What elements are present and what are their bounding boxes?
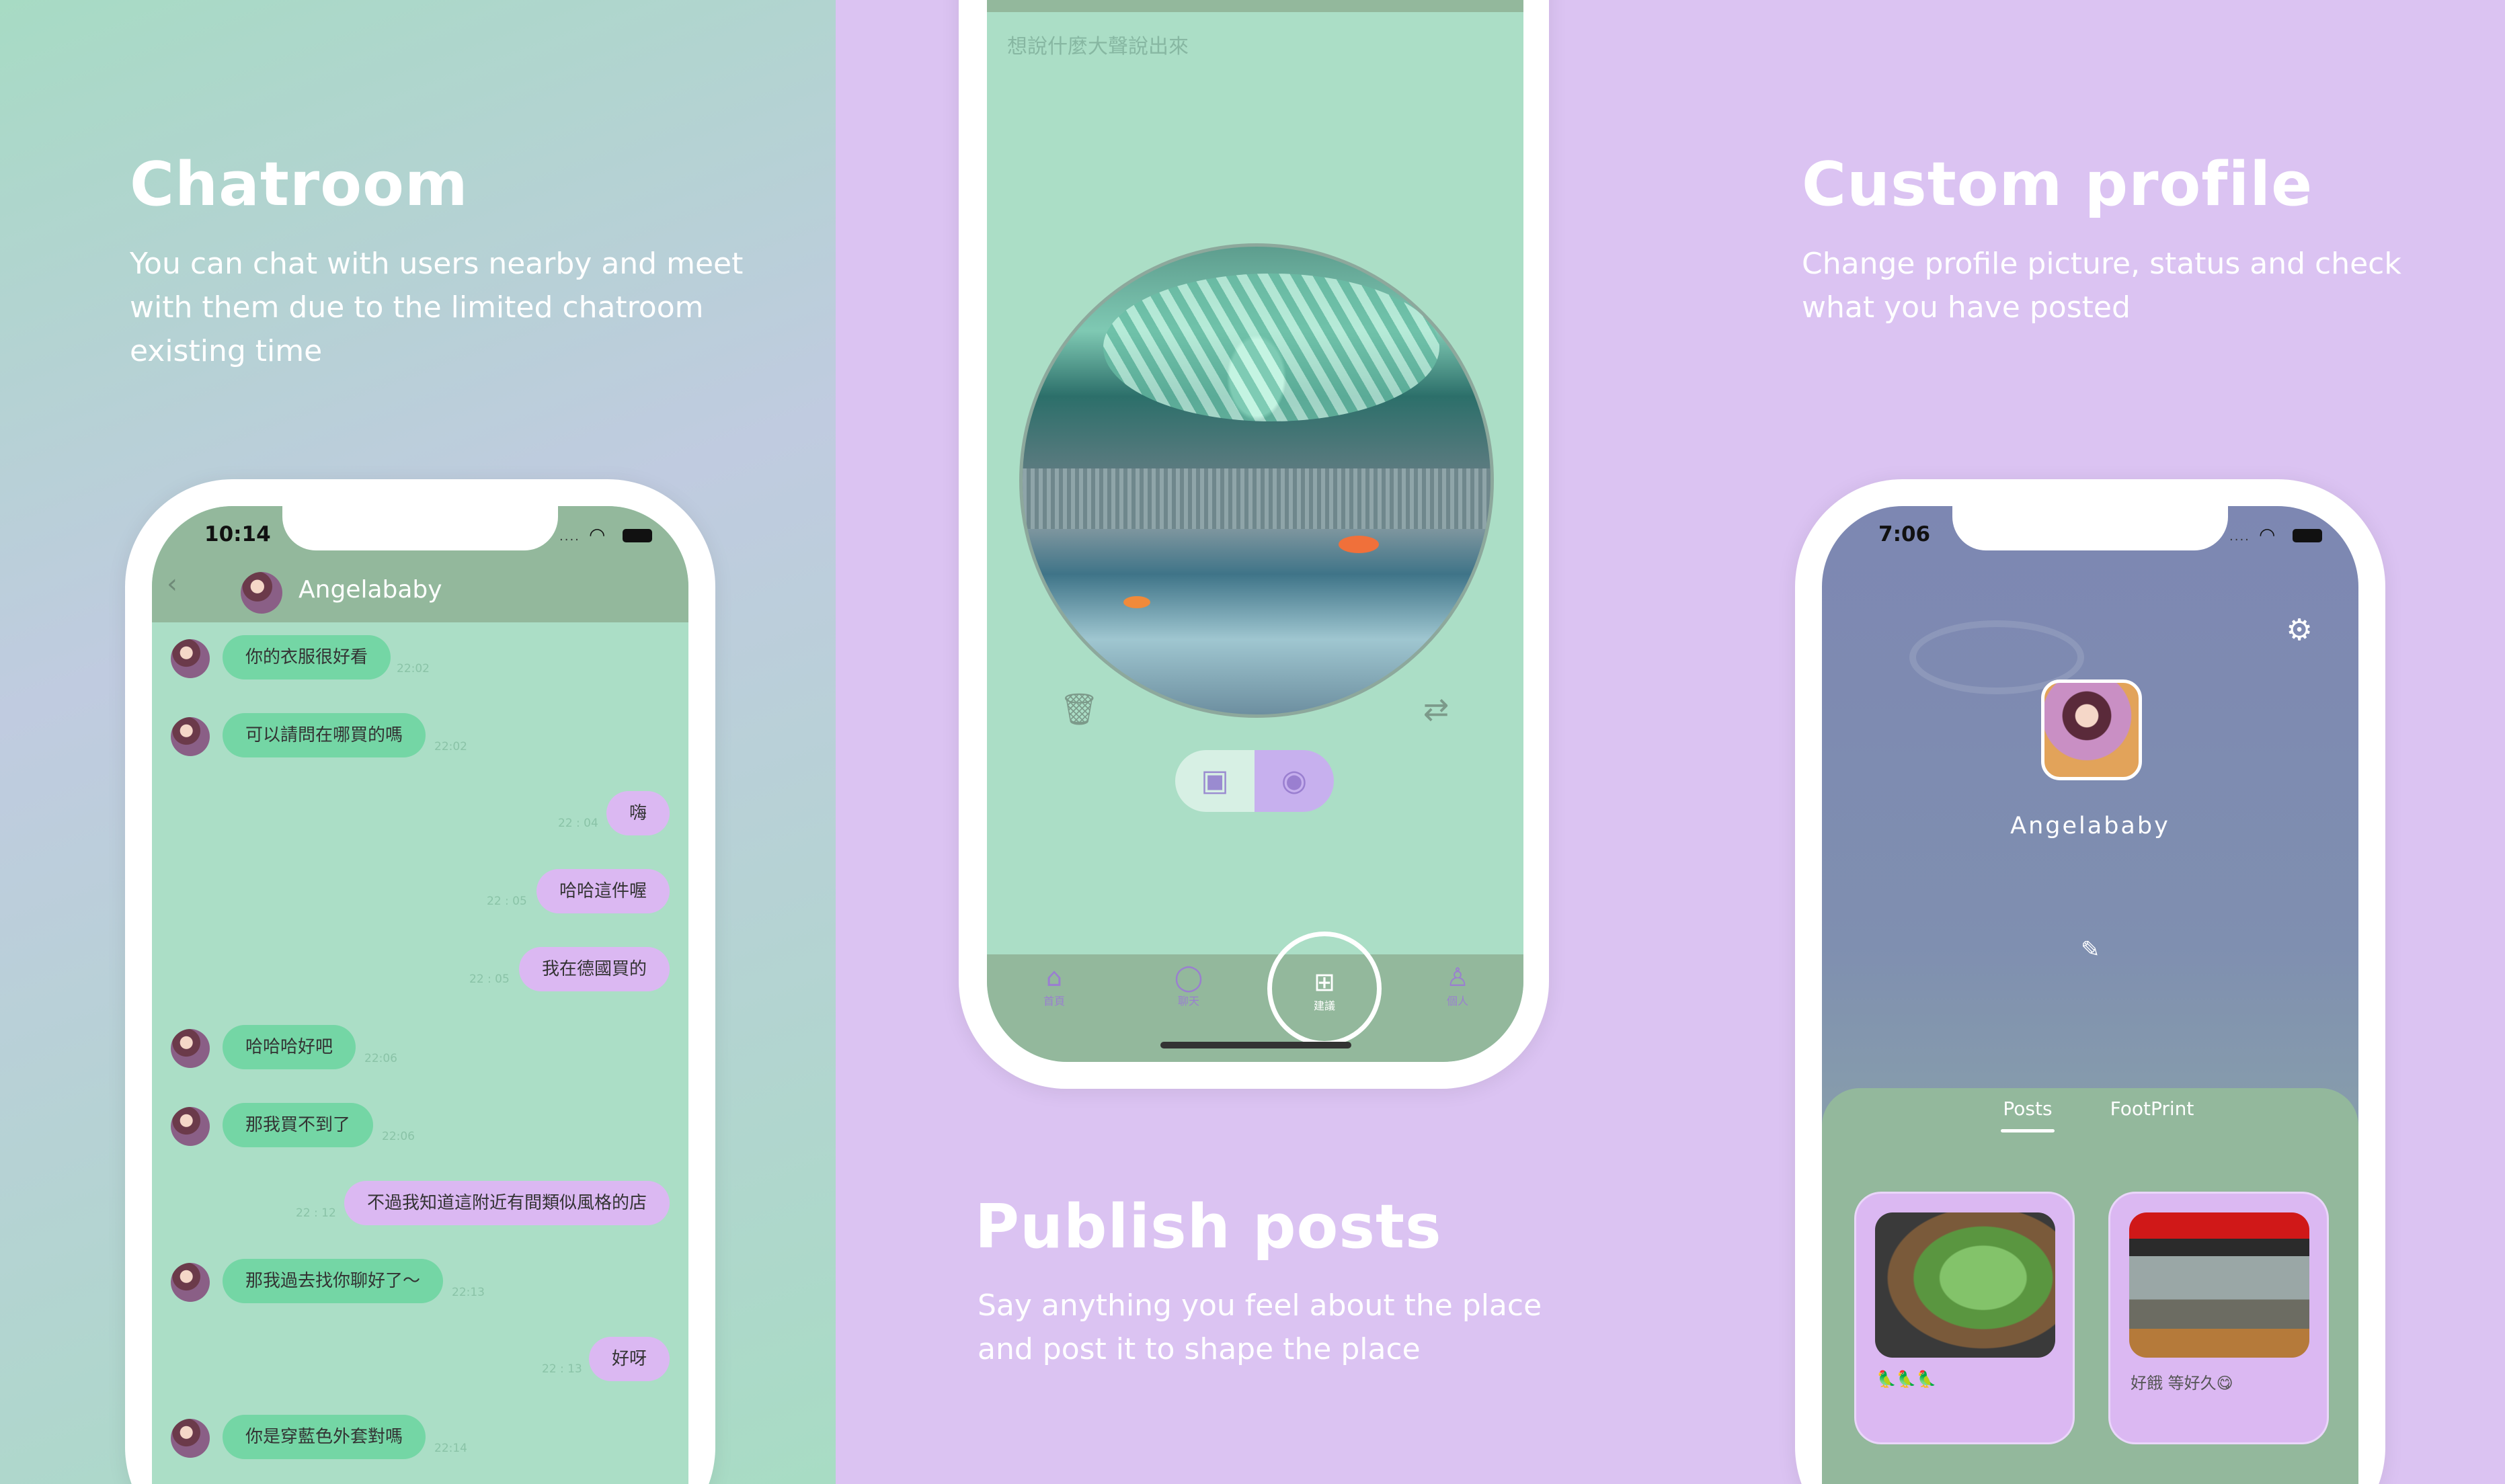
message-avatar (171, 1419, 210, 1458)
message-avatar (171, 1263, 210, 1302)
publish-screen: 想說什麼大聲說出來 🗑 ⇄ ▣ ◉ ⌂ 首頁 ◯ 聊天 ⊞ 建議 ♙ 個人 (987, 0, 1523, 1062)
post-card[interactable]: 好餓 等好久😋 (2108, 1192, 2329, 1444)
desc-line: Say anything you feel about the place (978, 1288, 1542, 1323)
tab-posts[interactable]: Posts (2001, 1098, 2055, 1138)
post-text-input[interactable]: 想說什麼大聲說出來 (1007, 30, 1189, 59)
message-time: 22 : 04 (558, 817, 598, 830)
profile-heading: Custom profile (1802, 149, 2313, 220)
edit-status-pen-icon[interactable]: ✎ (2081, 936, 2100, 963)
delete-icon[interactable]: 🗑 (1060, 692, 1099, 726)
tab-footprint[interactable]: FootPrint (2095, 1098, 2209, 1138)
post-image (1875, 1212, 2055, 1358)
message-time: 22:06 (382, 1130, 415, 1143)
message-bubble-in: 你是穿藍色外套對嗎 (223, 1415, 426, 1459)
back-button[interactable]: ‹ (167, 571, 187, 597)
contact-name: Angelababy (299, 576, 442, 604)
message-time: 22:02 (434, 740, 467, 753)
desc-line: with them due to the limited chatroom (130, 290, 704, 325)
message-bubble-out: 好呀 (588, 1337, 670, 1381)
message-time: 22:14 (434, 1442, 467, 1455)
battery-icon (2293, 529, 2322, 542)
fish (1339, 536, 1379, 553)
chat-icon: ◯ (1174, 962, 1203, 992)
message-bubble-out: 哈哈這件喔 (536, 869, 670, 913)
battery-icon (623, 529, 652, 542)
message-time: 22 : 05 (469, 973, 510, 986)
fish-tank-ceiling (1103, 274, 1439, 421)
chat-phone-notch (282, 506, 558, 550)
message-time: 22 : 05 (487, 895, 527, 908)
signal-icon: ···· (2229, 533, 2250, 547)
settings-gear-icon[interactable]: ⚙ (2282, 614, 2316, 647)
tab-label: 首頁 (1043, 995, 1065, 1007)
profile-description: Change profile picture, status and check… (1802, 242, 2401, 329)
message-time: 22 : 13 (542, 1362, 582, 1376)
message-bubble-in: 你的衣服很好看 (223, 635, 391, 679)
message-bubble-out: 我在德國買的 (518, 947, 670, 991)
tab-label: 聊天 (1177, 995, 1199, 1007)
post-photo-preview[interactable] (1019, 243, 1494, 718)
message-avatar (171, 1029, 210, 1068)
fish-tank-glass (1023, 468, 1490, 529)
home-indicator (1160, 1042, 1351, 1048)
tab-label: Posts (2003, 1098, 2053, 1120)
home-icon: ⌂ (1045, 962, 1063, 992)
wifi-icon: ◠ (589, 524, 606, 546)
message-bubble-in: 哈哈哈好吧 (223, 1025, 356, 1069)
profile-avatar[interactable] (2041, 679, 2142, 780)
tab-label: FootPrint (2110, 1098, 2194, 1120)
desc-line: what you have posted (1802, 290, 2131, 325)
tab-label: 個人 (1446, 995, 1468, 1007)
message-avatar (171, 639, 210, 678)
post-card[interactable]: 🦜🦜🦜 (1854, 1192, 2075, 1444)
tab-chat[interactable]: ◯ 聊天 (1168, 962, 1209, 1008)
person-icon: ♙ (1445, 962, 1470, 992)
tab-home[interactable]: ⌂ 首頁 (1034, 962, 1074, 1008)
chatroom-heading: Chatroom (130, 149, 469, 220)
publish-heading: Publish posts (975, 1192, 1442, 1262)
status-time: 10:14 (204, 522, 271, 546)
tab-profile[interactable]: ♙ 個人 (1437, 962, 1478, 1008)
wifi-icon: ◠ (2259, 524, 2276, 546)
message-bubble-out: 嗨 (606, 791, 670, 835)
message-time: 22 : 12 (296, 1206, 336, 1220)
tab-underline (2001, 1129, 2055, 1132)
chat-screen: 10:14 ···· ◠ ‹ Angelababy 你的衣服很好看 22:02 … (152, 506, 688, 1484)
add-post-icon: ⊞ (1314, 967, 1335, 997)
fish (1123, 596, 1150, 608)
message-time: 22:13 (452, 1286, 485, 1299)
post-caption: 🦜🦜🦜 (1876, 1370, 1937, 1389)
message-bubble-in: 那我買不到了 (223, 1103, 374, 1147)
message-bubble-out: 不過我知道這附近有間類似風格的店 (344, 1181, 670, 1225)
camera-button[interactable]: ◉ (1255, 750, 1334, 812)
post-image (2129, 1212, 2309, 1358)
signal-icon: ···· (559, 533, 580, 547)
desc-line: existing time (130, 334, 323, 368)
desc-line: You can chat with users nearby and meet (130, 247, 744, 281)
publish-description: Say anything you feel about the place an… (978, 1284, 1542, 1371)
tab-label: 建議 (1313, 999, 1335, 1012)
post-caption: 好餓 等好久😋 (2131, 1374, 2233, 1393)
gallery-button[interactable]: ▣ (1175, 750, 1255, 812)
desc-line: Change profile picture, status and check (1802, 247, 2401, 281)
message-bubble-in: 可以請問在哪買的嗎 (223, 713, 426, 757)
message-bubble-in: 那我過去找你聊好了～ (223, 1259, 444, 1303)
contact-avatar (241, 572, 282, 614)
profile-phone-notch (1952, 506, 2228, 550)
desc-line: and post it to shape the place (978, 1332, 1421, 1366)
tab-add-post[interactable]: ⊞ 建議 (1267, 932, 1382, 1046)
message-avatar (171, 717, 210, 756)
profile-screen: 7:06 ···· ◠ ⚙ Angelababy ✎ Posts FootPri… (1822, 506, 2358, 1484)
status-time: 7:06 (1878, 522, 1931, 546)
message-time: 22:02 (397, 662, 430, 675)
top-strip (987, 0, 1523, 12)
chatroom-description: You can chat with users nearby and meet … (130, 242, 743, 373)
message-avatar (171, 1107, 210, 1146)
swap-icon[interactable]: ⇄ (1417, 692, 1455, 726)
message-time: 22:06 (364, 1052, 397, 1065)
profile-username: Angelababy (2010, 813, 2170, 839)
